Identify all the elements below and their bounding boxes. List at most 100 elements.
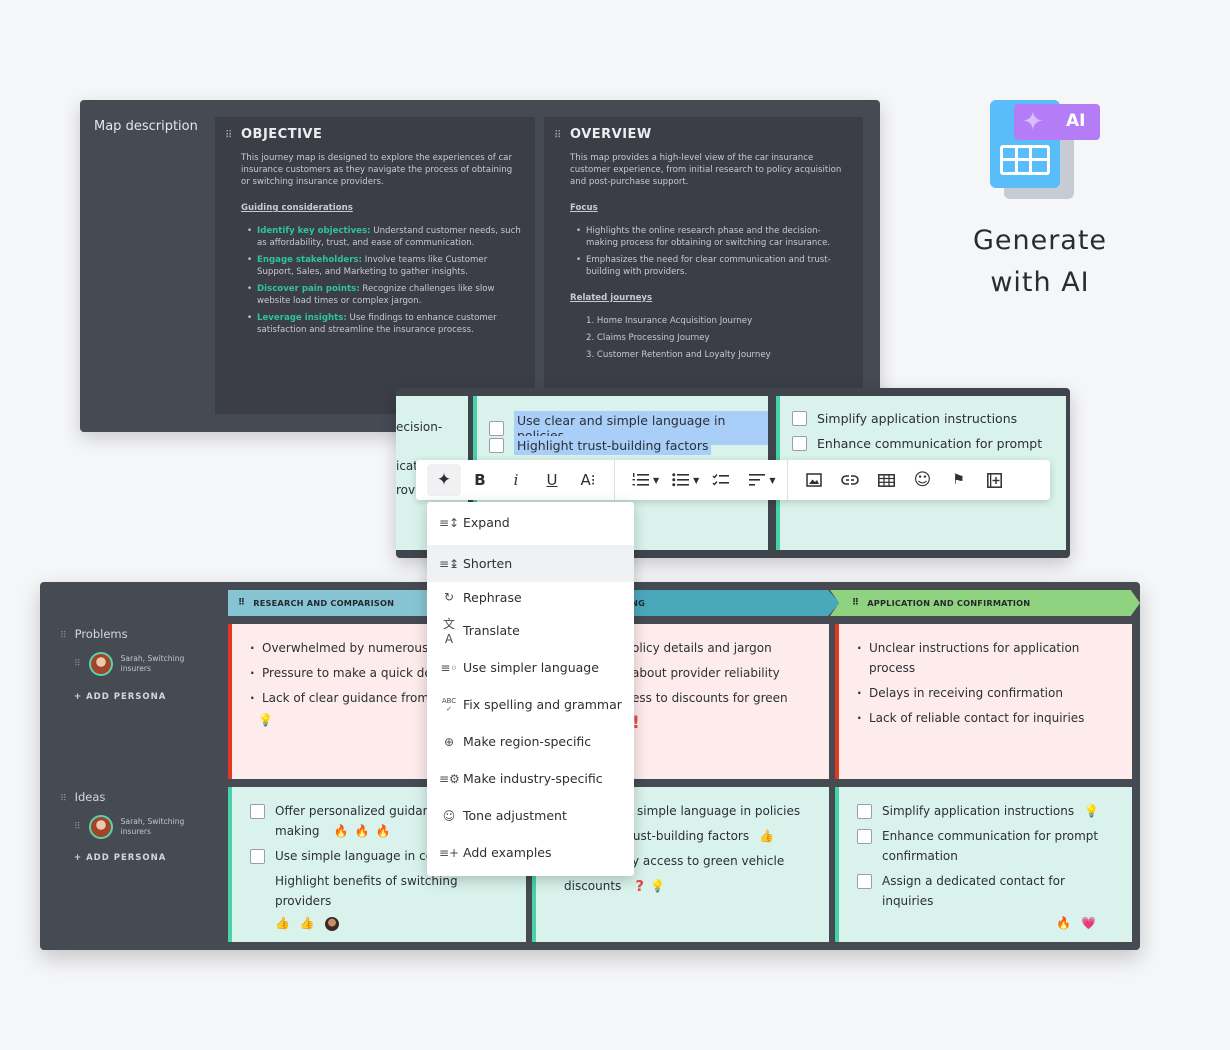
drag-handle-icon[interactable]: ⠿ xyxy=(60,631,67,641)
bold-button[interactable]: B xyxy=(463,464,497,496)
list-item: Highlights the online research phase and… xyxy=(576,225,849,249)
menu-item-expand[interactable]: ≡↕ Expand xyxy=(427,504,634,541)
list-item: Lack of reliable contact for inquiries xyxy=(857,708,1118,728)
related-journey-link[interactable]: 2. Claims Processing Journey xyxy=(586,332,849,344)
menu-item-add-examples[interactable]: ≡+ Add examples xyxy=(427,834,634,871)
bullet-list-dropdown-icon[interactable]: ▼ xyxy=(693,476,699,485)
list-item: about provider reliability xyxy=(632,666,780,680)
idea-card[interactable]: Simplify application instructions 💡 Enhan… xyxy=(835,787,1132,942)
add-examples-icon: ≡+ xyxy=(439,845,460,860)
checklist-icon xyxy=(712,474,730,486)
flag-button[interactable]: ⚑ xyxy=(941,464,975,496)
underline-button[interactable]: U xyxy=(535,464,569,496)
focus-heading: Focus xyxy=(570,203,598,213)
menu-item-region-specific[interactable]: ⊕ Make region-specific xyxy=(427,723,634,760)
list-item: Discover pain points: Recognize challeng… xyxy=(247,283,521,307)
expand-icon: ≡↕ xyxy=(439,515,460,530)
drag-handle-icon[interactable]: ⠿ xyxy=(225,130,232,141)
drag-handle-icon[interactable]: ⠿ xyxy=(74,659,81,669)
rephrase-icon: ↻ xyxy=(443,590,455,604)
insert-table-button[interactable] xyxy=(869,464,903,496)
lightbulb-reaction-icon[interactable]: 💡 xyxy=(1084,801,1099,821)
ai-tag-label: AI xyxy=(1066,111,1086,131)
drag-handle-icon[interactable]: ⠿ xyxy=(554,130,561,141)
row-label-ideas[interactable]: ⠿ Ideas xyxy=(60,790,105,804)
checkbox[interactable] xyxy=(857,829,872,844)
checklist-button[interactable] xyxy=(704,464,738,496)
drag-handle-icon[interactable]: ⠿ xyxy=(74,822,81,832)
align-dropdown-icon[interactable]: ▼ xyxy=(769,476,775,485)
persona-chip[interactable]: ⠿ Sarah, Switching insurers xyxy=(74,652,191,676)
list-item: Engage stakeholders: Involve teams like … xyxy=(247,254,521,278)
italic-button[interactable]: i xyxy=(499,464,533,496)
user-avatar-icon[interactable] xyxy=(324,916,339,931)
menu-item-shorten[interactable]: ≡↨ Shorten xyxy=(427,545,634,582)
menu-item-use-simpler-language[interactable]: ≡◦ Use simpler language xyxy=(427,649,634,686)
insert-block-icon xyxy=(987,472,1002,488)
fire-reaction-icon[interactable]: 🔥 xyxy=(375,821,390,841)
related-journey-link[interactable]: 3. Customer Retention and Loyalty Journe… xyxy=(586,349,849,361)
selected-text[interactable]: Highlight trust-building factors xyxy=(514,436,712,455)
related-journeys-heading: Related journeys xyxy=(570,293,653,303)
persona-chip[interactable]: ⠿ Sarah, Switching insurers xyxy=(74,815,191,839)
overview-intro: This map provides a high-level view of t… xyxy=(570,153,842,187)
checkbox[interactable] xyxy=(489,420,504,436)
map-description-label: Map description xyxy=(94,119,198,134)
add-persona-button[interactable]: + ADD PERSONA xyxy=(74,692,166,702)
insert-emoji-button[interactable]: ☺ xyxy=(905,464,939,496)
menu-item-fix-spelling[interactable]: ABC ✓ Fix spelling and grammar xyxy=(427,686,634,723)
spellcheck-icon: ABC ✓ xyxy=(441,696,457,713)
toolbar-divider xyxy=(614,460,615,500)
ordered-list-icon xyxy=(632,473,649,486)
thumbs-up-reaction-icon[interactable]: 👍 xyxy=(759,826,774,846)
tone-icon: ☺ xyxy=(442,808,456,823)
simpler-language-icon: ≡◦ xyxy=(440,660,458,675)
row-label-problems[interactable]: ⠿ Problems xyxy=(60,627,128,641)
drag-handle-icon[interactable]: ⠿ xyxy=(852,598,859,608)
link-icon xyxy=(841,475,860,485)
menu-item-industry-specific[interactable]: ≡⚙ Make industry-specific xyxy=(427,760,634,797)
checklist-item-continued: discounts ? 💡 xyxy=(564,876,665,896)
menu-item-translate[interactable]: 文A Translate xyxy=(427,612,634,649)
fire-reaction-icon[interactable]: 🔥 xyxy=(1056,916,1071,930)
shorten-icon: ≡↨ xyxy=(439,556,460,571)
stage-application-and-confirmation[interactable]: ⠿ APPLICATION AND CONFIRMATION xyxy=(830,590,1140,616)
checkbox[interactable] xyxy=(250,804,265,819)
lightbulb-reaction-icon[interactable]: 💡 xyxy=(650,876,665,896)
checkbox[interactable] xyxy=(857,874,872,889)
checkbox[interactable] xyxy=(792,436,807,451)
reactions: 👍 👍 xyxy=(250,916,512,931)
ordered-list-dropdown-icon[interactable]: ▼ xyxy=(653,476,659,485)
thumbs-up-reaction-icon[interactable]: 👍 xyxy=(275,916,290,930)
insert-image-button[interactable] xyxy=(797,464,831,496)
checkbox[interactable] xyxy=(250,849,265,864)
text-size-button[interactable]: A⁝ xyxy=(571,464,605,496)
question-reaction-icon[interactable]: ? xyxy=(635,876,644,896)
globe-icon: ⊕ xyxy=(443,734,455,749)
checklist-item: Highlight trust-building factors xyxy=(489,436,712,455)
drag-handle-icon[interactable]: ⠿ xyxy=(60,794,67,804)
drag-handle-icon[interactable]: ⠿ xyxy=(238,598,245,608)
checklist-item: Enhance communication for prompt xyxy=(792,436,1042,451)
checkbox[interactable] xyxy=(857,804,872,819)
menu-item-tone-adjustment[interactable]: ☺ Tone adjustment xyxy=(427,797,634,834)
thumbs-up-reaction-icon[interactable]: 👍 xyxy=(300,916,315,930)
related-journey-link[interactable]: 1. Home Insurance Acquisition Journey xyxy=(586,315,849,327)
add-persona-button[interactable]: + ADD PERSONA xyxy=(74,853,166,863)
fire-reaction-icon[interactable]: 🔥 xyxy=(355,821,370,841)
align-left-icon xyxy=(749,474,766,486)
image-icon xyxy=(806,473,823,487)
insert-block-button[interactable] xyxy=(977,464,1011,496)
ai-assist-button[interactable]: ✦ xyxy=(427,464,461,496)
translate-icon: 文A xyxy=(442,617,455,646)
fire-reaction-icon[interactable]: 🔥 xyxy=(334,821,349,841)
heart-reaction-icon[interactable]: 💗 xyxy=(1081,916,1096,930)
insert-link-button[interactable] xyxy=(833,464,867,496)
menu-item-rephrase[interactable]: ↻ Rephrase xyxy=(427,582,634,612)
checkbox[interactable] xyxy=(792,411,807,426)
problem-card[interactable]: Unclear instructions for application pro… xyxy=(835,624,1132,779)
checkbox[interactable] xyxy=(489,438,504,453)
guiding-considerations-heading: Guiding considerations xyxy=(241,203,353,213)
lightbulb-reaction-icon[interactable]: 💡 xyxy=(258,713,273,727)
canvas: Map description ⠿ OBJECTIVE This journey… xyxy=(0,0,1230,1050)
